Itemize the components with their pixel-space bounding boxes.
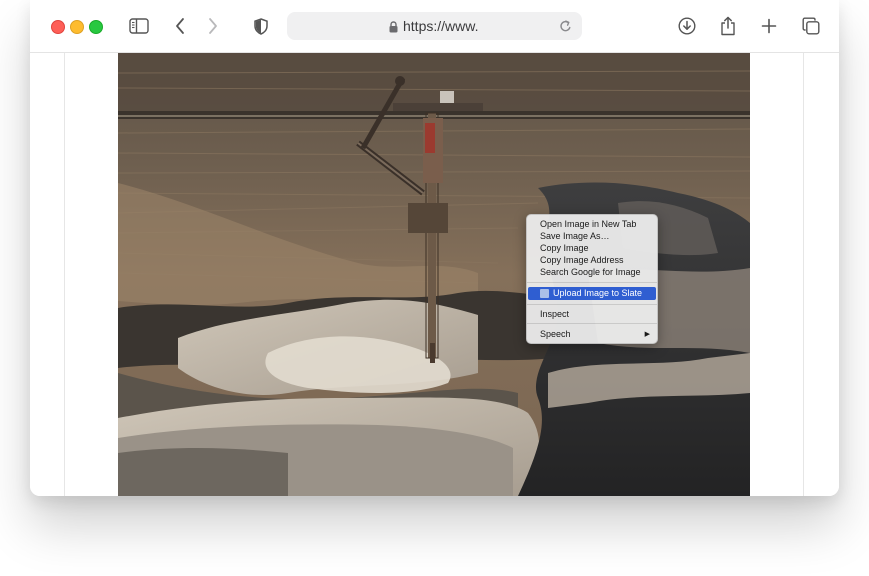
menu-item-copy-image-address[interactable]: Copy Image Address bbox=[540, 254, 624, 266]
submenu-arrow-icon: ▶ bbox=[644, 331, 650, 338]
column-divider bbox=[803, 53, 804, 496]
menu-separator bbox=[527, 323, 657, 324]
zoom-window-button[interactable] bbox=[89, 20, 103, 34]
menu-item-save-image-as[interactable]: Save Image As… bbox=[540, 230, 610, 242]
address-bar[interactable]: https://www. bbox=[287, 12, 582, 40]
context-menu: Open Image in New Tab Save Image As… Cop… bbox=[526, 214, 658, 344]
minimize-window-button[interactable] bbox=[70, 20, 84, 34]
url-text[interactable]: https://www. bbox=[403, 18, 478, 34]
menu-item-inspect[interactable]: Inspect bbox=[540, 308, 569, 320]
page-content: Open Image in New Tab Save Image As… Cop… bbox=[30, 53, 839, 496]
lock-icon bbox=[389, 20, 398, 38]
menu-item-speech[interactable]: Speech ▶ bbox=[540, 328, 650, 340]
menu-item-search-google-for-image[interactable]: Search Google for Image bbox=[540, 266, 641, 278]
browser-toolbar: https://www. bbox=[30, 0, 839, 53]
download-icon[interactable] bbox=[677, 14, 697, 38]
close-window-button[interactable] bbox=[51, 20, 65, 34]
menu-item-open-image-new-tab[interactable]: Open Image in New Tab bbox=[540, 218, 636, 230]
menu-separator bbox=[527, 304, 657, 305]
tabs-overview-icon[interactable] bbox=[801, 14, 821, 38]
menu-separator bbox=[527, 282, 657, 283]
back-icon[interactable] bbox=[172, 14, 188, 38]
reload-icon[interactable] bbox=[559, 19, 572, 38]
menu-item-label: Upload Image to Slate bbox=[553, 288, 643, 298]
column-divider bbox=[64, 53, 65, 496]
share-icon[interactable] bbox=[719, 14, 737, 38]
shield-icon[interactable] bbox=[252, 14, 270, 38]
slate-icon bbox=[540, 289, 549, 298]
menu-item-label: Speech bbox=[540, 329, 571, 339]
menu-item-upload-image-to-slate[interactable]: Upload Image to Slate bbox=[528, 287, 656, 300]
new-tab-icon[interactable] bbox=[760, 14, 778, 38]
sidebar-icon[interactable] bbox=[128, 14, 150, 38]
forward-icon[interactable] bbox=[205, 14, 221, 38]
menu-item-copy-image[interactable]: Copy Image bbox=[540, 242, 589, 254]
browser-window: https://www. Open Image in New Tab Save … bbox=[30, 0, 839, 496]
